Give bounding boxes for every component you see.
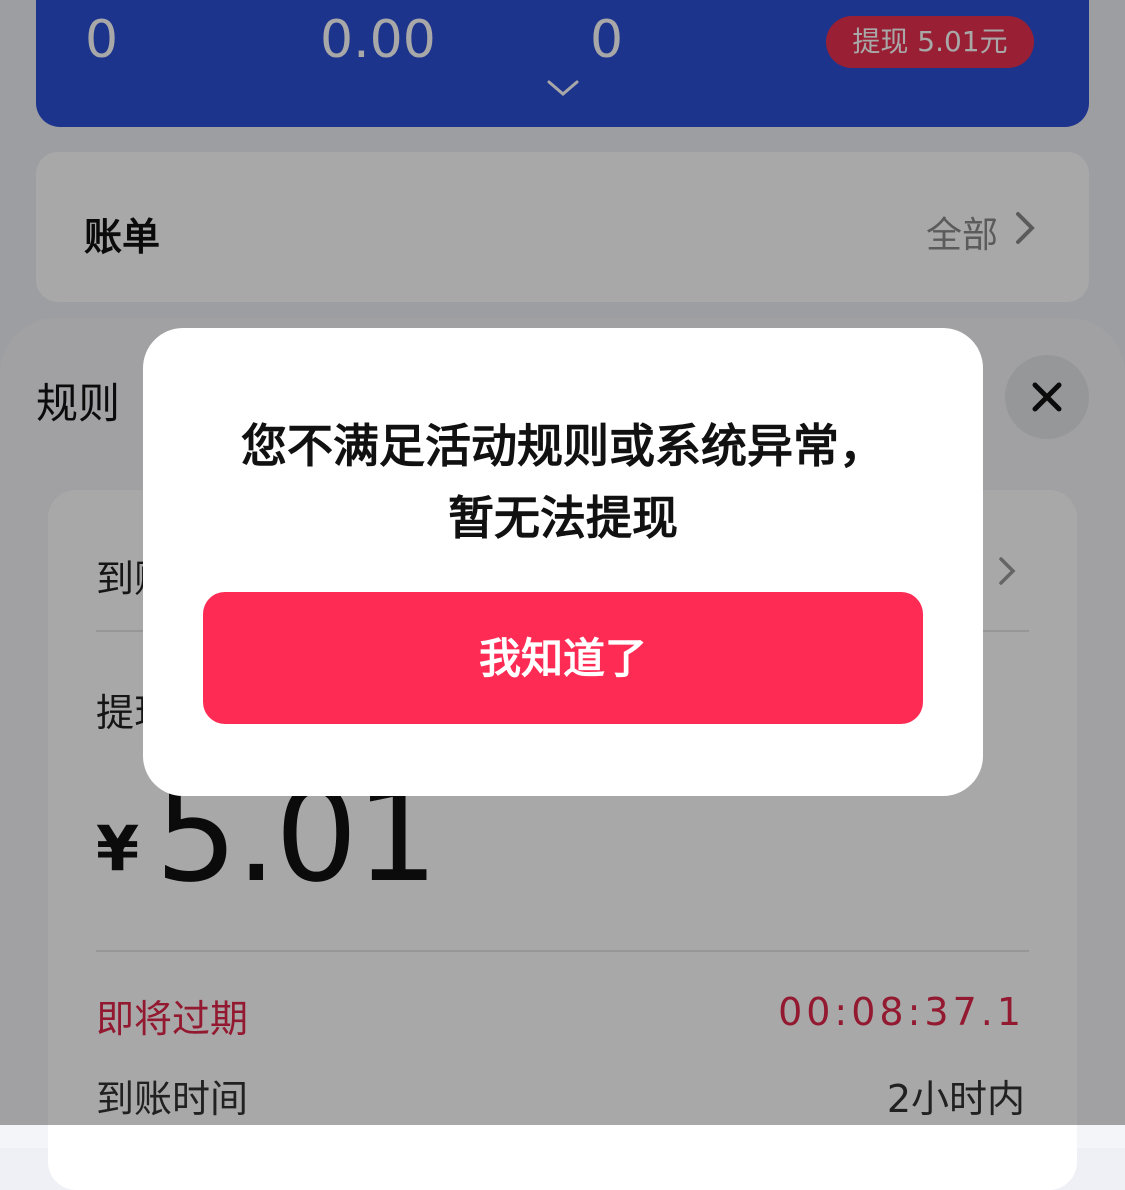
confirm-button[interactable]: 我知道了 — [203, 592, 923, 724]
dialog-message-line-2: 暂无法提现 — [448, 491, 678, 545]
dialog-message: 您不满足活动规则或系统异常， 暂无法提现 — [143, 410, 983, 554]
dialog-message-line-1: 您不满足活动规则或系统异常， — [241, 419, 885, 473]
alert-dialog: 您不满足活动规则或系统异常， 暂无法提现 我知道了 — [143, 328, 983, 796]
